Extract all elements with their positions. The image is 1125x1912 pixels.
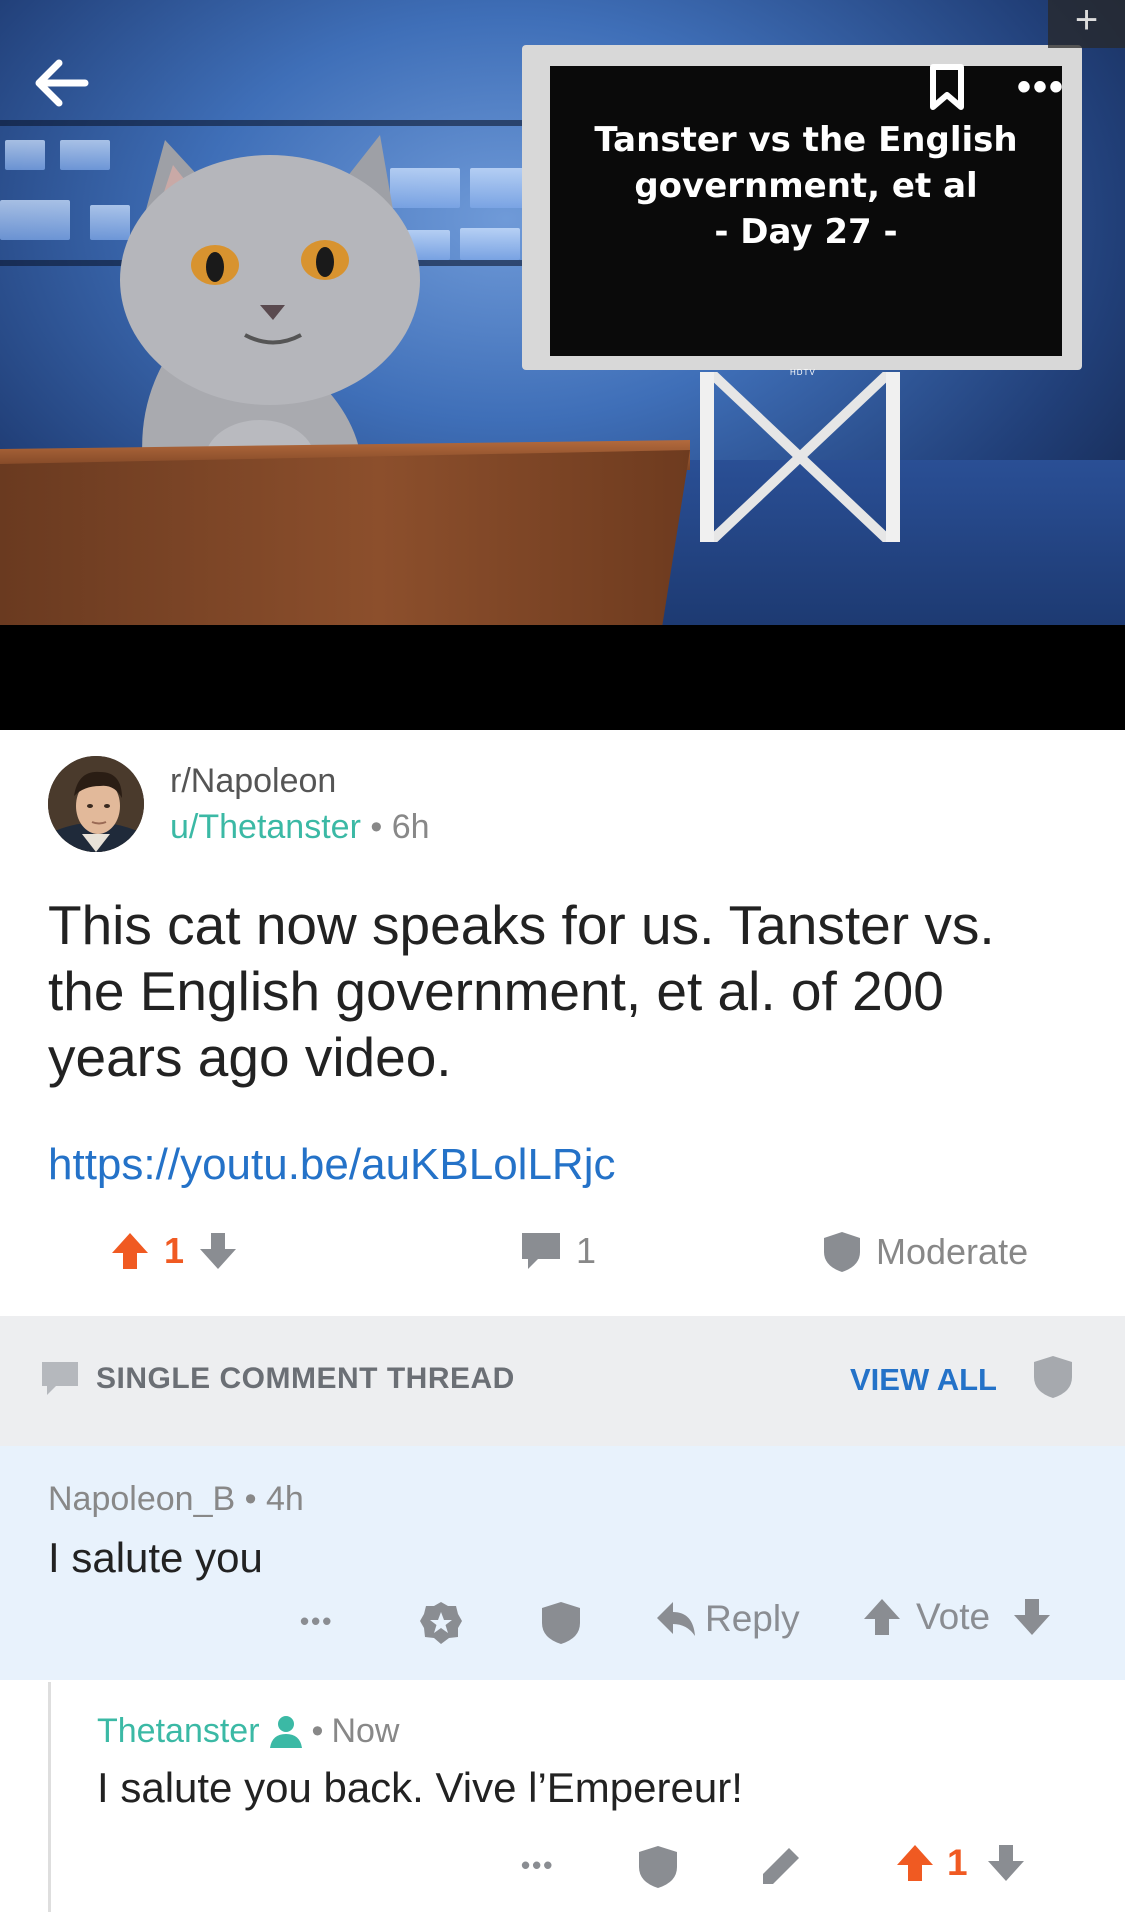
tv-caption: Tanster vs the English government, et al… (571, 117, 1041, 255)
comments-button[interactable]: 1 (520, 1230, 596, 1272)
studio-light (460, 228, 520, 260)
thread-label-text: SINGLE COMMENT THREAD (96, 1362, 515, 1395)
star-badge-icon (420, 1602, 462, 1644)
post-author[interactable]: u/Thetanster (170, 808, 361, 846)
studio-rail (0, 120, 560, 126)
subreddit-name[interactable]: r/Napoleon (170, 762, 336, 801)
comment-meta: Thetanster • Now (97, 1712, 399, 1751)
back-button[interactable] (28, 50, 94, 116)
pencil-icon (763, 1848, 799, 1884)
studio-light (0, 200, 70, 240)
shield-icon (639, 1846, 677, 1888)
comment-age: Now (331, 1712, 400, 1750)
bookmark-button[interactable] (918, 58, 976, 116)
upvote-button[interactable] (110, 1231, 150, 1271)
more-options-button[interactable]: ••• (1008, 58, 1074, 116)
downvote-arrow-icon (200, 1233, 237, 1269)
post-age: 6h (391, 808, 430, 846)
post-media[interactable]: Tanster vs the English government, et al… (0, 0, 1125, 730)
downvote-arrow-icon (987, 1845, 1024, 1881)
vote-label: Vote (916, 1596, 991, 1637)
comment-more-button[interactable]: ••• (521, 1850, 554, 1881)
shield-icon (824, 1232, 860, 1272)
tv-caption-line: - Day 27 - (714, 212, 898, 252)
downvote-button[interactable] (198, 1231, 238, 1271)
comment-count: 1 (576, 1230, 597, 1271)
shield-icon (1034, 1356, 1072, 1398)
post-meta: u/Thetanster • 6h (170, 808, 430, 847)
comment-vote-group: 1 (895, 1842, 1026, 1884)
comment-vote-group: Vote (862, 1596, 1052, 1638)
comment-moderate-button[interactable] (637, 1844, 679, 1890)
comment-author[interactable]: Thetanster (97, 1712, 260, 1751)
comment-body: I salute you back. Vive l’Empereur! (97, 1764, 743, 1811)
shield-icon (542, 1602, 580, 1644)
comment-body: I salute you (48, 1534, 263, 1581)
thread-bar: SINGLE COMMENT THREAD VIEW ALL (0, 1316, 1125, 1446)
comment-age: 4h (265, 1480, 304, 1518)
op-person-icon (269, 1715, 302, 1748)
upvote-arrow-icon (897, 1845, 933, 1881)
view-all-button[interactable]: VIEW ALL (850, 1362, 997, 1398)
tv-screen: Tanster vs the English government, et al… (550, 66, 1062, 356)
studio-light (470, 168, 530, 208)
thread-moderate-button[interactable] (1032, 1354, 1074, 1405)
tv-caption-line: Tanster vs the English (594, 120, 1018, 160)
thread-label: SINGLE COMMENT THREAD (40, 1360, 515, 1398)
comment-reply: Thetanster • Now I salute you back. Vive… (48, 1682, 1125, 1912)
post-vote-group: 1 (110, 1230, 238, 1272)
post-actions: 1 1 Moderate (0, 1220, 1125, 1290)
expand-button[interactable]: + (1048, 0, 1125, 48)
news-desk (0, 450, 690, 625)
meta-separator: • (311, 1712, 324, 1750)
post-header: r/Napoleon u/Thetanster • 6h (48, 752, 1078, 852)
studio-light (5, 140, 45, 170)
reply-label: Reply (705, 1598, 800, 1639)
tv-stand (700, 372, 900, 542)
moderate-label: Moderate (876, 1231, 1029, 1272)
edit-comment-button[interactable] (759, 1844, 803, 1888)
downvote-button[interactable] (1012, 1597, 1052, 1637)
media-letterbox (0, 625, 1125, 730)
subreddit-avatar[interactable] (48, 756, 144, 852)
meta-separator: • (370, 808, 383, 846)
comment-score: 1 (947, 1842, 968, 1883)
downvote-arrow-icon (1014, 1599, 1051, 1635)
tv-caption-line: government, et al (634, 166, 978, 206)
comment-author[interactable]: Napoleon_B (48, 1480, 235, 1518)
downvote-button[interactable] (986, 1843, 1026, 1883)
post-link[interactable]: https://youtu.be/auKBLolLRjc (48, 1140, 615, 1190)
upvote-arrow-icon (864, 1599, 900, 1635)
moderate-button[interactable]: Moderate (822, 1230, 1028, 1274)
comment-moderate-button[interactable] (540, 1600, 582, 1646)
napoleon-portrait-icon (48, 756, 144, 852)
meta-separator: • (244, 1480, 257, 1518)
comment-bubble-icon (42, 1362, 78, 1395)
save-comment-button[interactable] (418, 1600, 464, 1646)
upvote-arrow-icon (112, 1233, 148, 1269)
comment-more-button[interactable]: ••• (300, 1606, 333, 1637)
post-title: This cat now speaks for us. Tanster vs. … (48, 894, 995, 1088)
comment-bubble-icon (522, 1233, 560, 1269)
upvote-button[interactable] (895, 1843, 935, 1883)
reply-button[interactable]: Reply (655, 1598, 800, 1640)
bookmark-icon (930, 64, 964, 110)
arrow-left-icon (35, 59, 89, 107)
upvote-button[interactable] (862, 1597, 902, 1637)
comment-highlighted: Napoleon_B • 4h I salute you ••• Reply V… (0, 1446, 1125, 1680)
comment-meta: Napoleon_B • 4h (48, 1480, 304, 1519)
post-score: 1 (164, 1230, 185, 1271)
reply-arrow-icon (657, 1602, 695, 1636)
